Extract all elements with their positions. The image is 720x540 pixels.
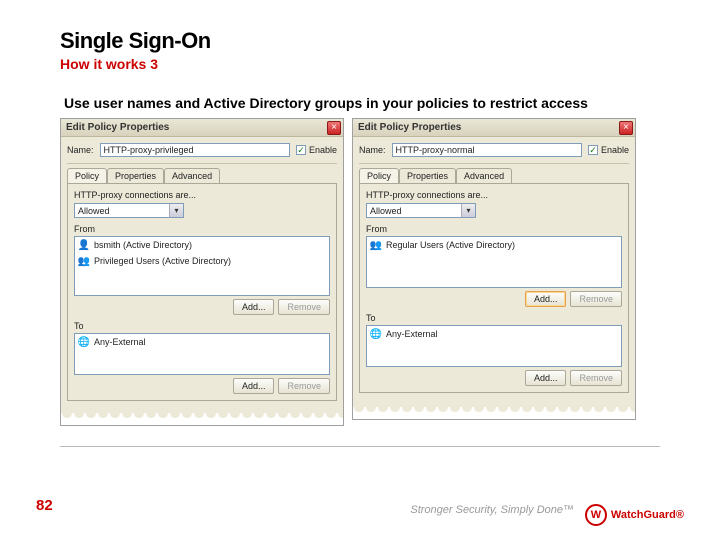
- list-item-label: Any-External: [94, 337, 146, 347]
- policy-dialog-left: Edit Policy Properties × Name: HTTP-prox…: [60, 118, 344, 426]
- list-item[interactable]: 🌐 Any-External: [75, 334, 329, 350]
- to-list[interactable]: 🌐 Any-External: [74, 333, 330, 375]
- globe-icon: 🌐: [370, 328, 382, 340]
- from-label: From: [366, 224, 622, 234]
- group-icon: 👥: [78, 255, 90, 267]
- enable-checkbox[interactable]: ✓ Enable: [296, 145, 337, 155]
- list-item-label: bsmith (Active Directory): [94, 240, 192, 250]
- name-field[interactable]: HTTP-proxy-normal: [392, 143, 582, 157]
- brand-logo: W WatchGuard®: [585, 504, 684, 526]
- add-button[interactable]: Add...: [233, 378, 275, 394]
- tab-advanced[interactable]: Advanced: [456, 168, 512, 183]
- list-item-label: Any-External: [386, 329, 438, 339]
- group-icon: 👥: [370, 239, 382, 251]
- footer-divider: [60, 446, 660, 447]
- slide-subtitle: How it works 3: [60, 56, 660, 72]
- combo-value: Allowed: [370, 206, 402, 216]
- chevron-down-icon: ▾: [461, 204, 475, 217]
- enable-label: Enable: [309, 145, 337, 155]
- check-icon: ✓: [588, 145, 598, 155]
- add-button[interactable]: Add...: [525, 370, 567, 386]
- add-button[interactable]: Add...: [233, 299, 275, 315]
- torn-edge: [61, 413, 343, 425]
- close-icon[interactable]: ×: [619, 121, 633, 135]
- from-list[interactable]: 👤 bsmith (Active Directory) 👥 Privileged…: [74, 236, 330, 296]
- window-title: Edit Policy Properties: [66, 122, 169, 133]
- name-label: Name:: [359, 145, 386, 155]
- connections-caption: HTTP-proxy connections are...: [366, 190, 622, 200]
- close-icon[interactable]: ×: [327, 121, 341, 135]
- check-icon: ✓: [296, 145, 306, 155]
- from-list[interactable]: 👥 Regular Users (Active Directory): [366, 236, 622, 288]
- divider: [359, 163, 629, 164]
- user-icon: 👤: [78, 239, 90, 251]
- tab-policy[interactable]: Policy: [67, 168, 107, 183]
- torn-edge: [353, 407, 635, 419]
- page-number: 82: [36, 497, 53, 514]
- brand-name: WatchGuard®: [611, 509, 684, 521]
- to-label: To: [74, 321, 330, 331]
- list-item[interactable]: 👤 bsmith (Active Directory): [75, 237, 329, 253]
- slide-body: Use user names and Active Directory grou…: [60, 94, 660, 112]
- tagline: Stronger Security, Simply Done™: [410, 504, 574, 516]
- from-label: From: [74, 224, 330, 234]
- list-item[interactable]: 👥 Privileged Users (Active Directory): [75, 253, 329, 269]
- name-label: Name:: [67, 145, 94, 155]
- enable-label: Enable: [601, 145, 629, 155]
- window-title: Edit Policy Properties: [358, 122, 461, 133]
- tab-body: HTTP-proxy connections are... Allowed ▾ …: [359, 183, 629, 393]
- tab-advanced[interactable]: Advanced: [164, 168, 220, 183]
- tab-properties[interactable]: Properties: [399, 168, 456, 183]
- titlebar: Edit Policy Properties ×: [61, 119, 343, 137]
- connections-combo[interactable]: Allowed ▾: [74, 203, 184, 218]
- remove-button[interactable]: Remove: [570, 291, 622, 307]
- chevron-down-icon: ▾: [169, 204, 183, 217]
- connections-caption: HTTP-proxy connections are...: [74, 190, 330, 200]
- remove-button[interactable]: Remove: [570, 370, 622, 386]
- divider: [67, 163, 337, 164]
- logo-icon: W: [585, 504, 607, 526]
- add-button[interactable]: Add...: [525, 291, 567, 307]
- remove-button[interactable]: Remove: [278, 378, 330, 394]
- list-item-label: Regular Users (Active Directory): [386, 240, 515, 250]
- tab-policy[interactable]: Policy: [359, 168, 399, 183]
- to-label: To: [366, 313, 622, 323]
- list-item[interactable]: 👥 Regular Users (Active Directory): [367, 237, 621, 253]
- slide-title: Single Sign-On: [60, 28, 660, 54]
- policy-dialog-right: Edit Policy Properties × Name: HTTP-prox…: [352, 118, 636, 420]
- globe-icon: 🌐: [78, 336, 90, 348]
- enable-checkbox[interactable]: ✓ Enable: [588, 145, 629, 155]
- connections-combo[interactable]: Allowed ▾: [366, 203, 476, 218]
- name-field[interactable]: HTTP-proxy-privileged: [100, 143, 290, 157]
- titlebar: Edit Policy Properties ×: [353, 119, 635, 137]
- to-list[interactable]: 🌐 Any-External: [366, 325, 622, 367]
- list-item[interactable]: 🌐 Any-External: [367, 326, 621, 342]
- tab-properties[interactable]: Properties: [107, 168, 164, 183]
- remove-button[interactable]: Remove: [278, 299, 330, 315]
- list-item-label: Privileged Users (Active Directory): [94, 256, 231, 266]
- combo-value: Allowed: [78, 206, 110, 216]
- tab-body: HTTP-proxy connections are... Allowed ▾ …: [67, 183, 337, 401]
